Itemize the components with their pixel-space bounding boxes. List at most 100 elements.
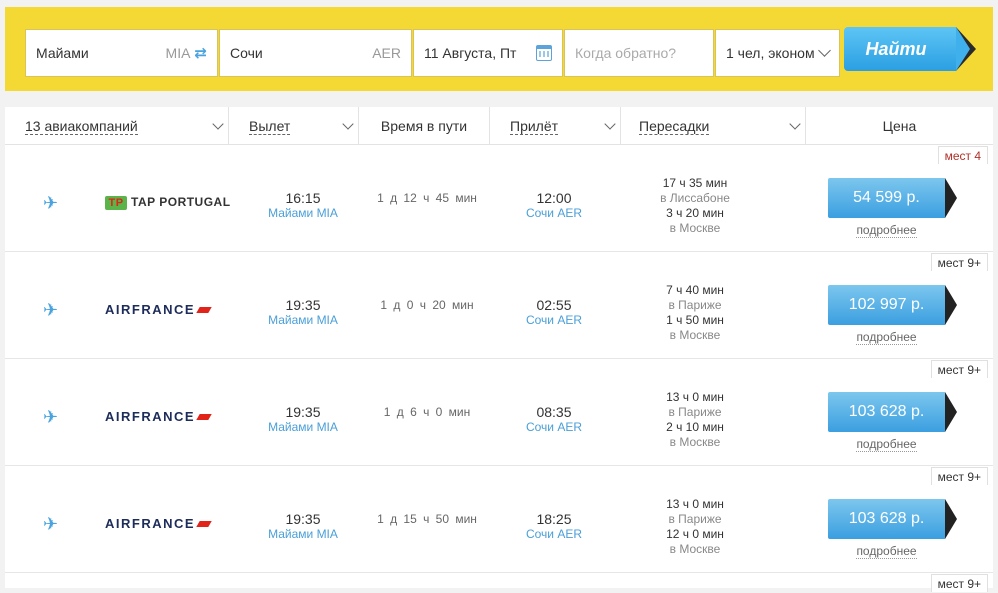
- flight-duration: 1 д 0 ч 20 мин: [380, 298, 474, 312]
- arrival-city: Сочи AER: [525, 420, 583, 434]
- stop-place: в Москве: [669, 221, 721, 235]
- flight-row[interactable]: мест 9+ ✈ AIRFRANCE 19:35 Майами MIA 1 д…: [5, 252, 993, 359]
- departure-city: Майами MIA: [268, 206, 338, 220]
- stops-info: 17 ч 35 мин в Лиссабоне 3 ч 20 мин в Мос…: [630, 176, 760, 236]
- filter-stops[interactable]: Пересадки: [621, 107, 806, 145]
- stops-info: 7 ч 40 мин в Париже 1 ч 50 мин в Москве: [630, 283, 760, 343]
- arrival-time: 18:25: [536, 511, 572, 527]
- stop-duration: 12 ч 0 мин: [666, 527, 724, 541]
- stop-place: в Москве: [669, 328, 721, 342]
- filter-price-label: Цена: [882, 118, 917, 134]
- arrival-info: 12:00 Сочи AER: [494, 190, 614, 220]
- arrival-city: Сочи AER: [525, 206, 583, 220]
- stop-place: в Париже: [668, 512, 722, 526]
- arrival-info: 02:55 Сочи AER: [494, 297, 614, 327]
- stop-duration: 2 ч 10 мин: [666, 420, 724, 434]
- details-link[interactable]: подробнее: [828, 330, 945, 345]
- chevron-down-icon: [818, 44, 831, 57]
- filter-departure[interactable]: Вылет: [229, 107, 359, 145]
- departure-city: Майами MIA: [268, 313, 338, 327]
- stop-place: в Париже: [668, 298, 722, 312]
- filter-duration-label: Время в пути: [380, 118, 468, 134]
- arrival-time: 08:35: [536, 404, 572, 420]
- stop-place: в Париже: [668, 405, 722, 419]
- arrival-time: 02:55: [536, 297, 572, 313]
- departure-info: 16:15 Майами MIA: [243, 190, 363, 220]
- return-date-placeholder: Когда обратно?: [575, 45, 677, 61]
- flight-row[interactable]: мест 9+ ✈ AIRFRANCE 19:35 Майами MIA 1 д…: [5, 359, 993, 466]
- price-button[interactable]: 102 997 р.: [828, 285, 957, 325]
- price-button[interactable]: 103 628 р.: [828, 392, 957, 432]
- airline-logo: AIRFRANCE: [105, 302, 210, 317]
- return-date-field[interactable]: Когда обратно?: [564, 29, 714, 77]
- departure-date-field[interactable]: 11 Августа, Пт: [413, 29, 563, 77]
- chevron-down-icon: [212, 117, 224, 130]
- stop-duration: 13 ч 0 мин: [666, 390, 724, 404]
- filter-arrival-label: Прилёт: [510, 117, 559, 135]
- flight-duration: 1 д 6 ч 0 мин: [383, 405, 471, 419]
- destination-code: AER: [372, 45, 401, 61]
- departure-info: 19:35 Майами MIA: [243, 511, 363, 541]
- stop-duration: 17 ч 35 мин: [662, 176, 728, 190]
- arrival-city: Сочи AER: [525, 527, 583, 541]
- chevron-down-icon: [789, 117, 801, 130]
- seats-badge: мест 9+: [930, 574, 988, 592]
- passengers-value: 1 чел, эконом: [726, 45, 815, 61]
- destination-field[interactable]: Сочи AER: [219, 29, 412, 77]
- plane-icon: ✈: [43, 193, 59, 213]
- seats-badge: мест 4: [937, 146, 988, 164]
- airline-logo: AIRFRANCE: [105, 409, 210, 424]
- departure-info: 19:35 Майами MIA: [243, 297, 363, 327]
- stop-place: в Москве: [669, 542, 721, 556]
- seats-badge: мест 9+: [930, 467, 988, 485]
- chevron-down-icon: [604, 117, 616, 130]
- departure-time: 16:15: [285, 190, 321, 206]
- flight-row[interactable]: мест 4 ✈ TP TAP PORTUGAL 16:15 Майами MIA…: [5, 145, 993, 252]
- filter-airlines[interactable]: 13 авиакомпаний: [5, 107, 229, 145]
- departure-time: 19:35: [285, 511, 321, 527]
- destination-city: Сочи: [230, 45, 263, 61]
- filter-price: Цена: [806, 107, 993, 145]
- stop-duration: 3 ч 20 мин: [666, 206, 724, 220]
- passengers-select[interactable]: 1 чел, эконом: [715, 29, 840, 77]
- price-button[interactable]: 54 599 р.: [828, 178, 957, 218]
- seats-badge: мест 9+: [930, 253, 988, 271]
- calendar-icon[interactable]: [536, 45, 552, 61]
- search-panel: Майами MIA ⇄ Сочи AER 11 Августа, Пт Ког…: [5, 7, 993, 91]
- stop-place: в Лиссабоне: [660, 191, 730, 205]
- arrival-info: 08:35 Сочи AER: [494, 404, 614, 434]
- flight-row[interactable]: мест 9+ ✈ AIRFRANCE 19:35 Майами MIA 1 д…: [5, 466, 993, 573]
- seats-badge: мест 9+: [930, 360, 988, 378]
- arrival-info: 18:25 Сочи AER: [494, 511, 614, 541]
- origin-field[interactable]: Майами MIA ⇄: [25, 29, 218, 77]
- details-link[interactable]: подробнее: [828, 437, 945, 452]
- stops-info: 13 ч 0 мин в Париже 2 ч 10 мин в Москве: [630, 390, 760, 450]
- filter-bar: 13 авиакомпаний Вылет Время в пути Прилё…: [5, 107, 993, 145]
- filter-duration: Время в пути: [359, 107, 490, 145]
- filter-departure-label: Вылет: [249, 117, 291, 135]
- departure-time: 19:35: [285, 297, 321, 313]
- filter-airlines-label: 13 авиакомпаний: [25, 117, 138, 135]
- departure-date: 11 Августа, Пт: [424, 45, 517, 61]
- stop-duration: 7 ч 40 мин: [666, 283, 724, 297]
- chevron-down-icon: [342, 117, 354, 130]
- arrival-city: Сочи AER: [525, 313, 583, 327]
- find-button[interactable]: Найти: [844, 27, 976, 71]
- stops-info: 13 ч 0 мин в Париже 12 ч 0 мин в Москве: [630, 497, 760, 557]
- details-link[interactable]: подробнее: [828, 223, 945, 238]
- swap-icon[interactable]: ⇄: [194, 44, 207, 62]
- results-panel: 13 авиакомпаний Вылет Время в пути Прилё…: [5, 107, 993, 592]
- origin-city: Майами: [36, 45, 89, 61]
- filter-arrival[interactable]: Прилёт: [490, 107, 621, 145]
- details-link[interactable]: подробнее: [828, 544, 945, 559]
- plane-icon: ✈: [43, 407, 59, 427]
- airline-logo: AIRFRANCE: [105, 516, 210, 531]
- arrival-time: 12:00: [536, 190, 572, 206]
- departure-city: Майами MIA: [268, 527, 338, 541]
- airline-logo: TP TAP PORTUGAL: [105, 195, 231, 210]
- price-button[interactable]: 103 628 р.: [828, 499, 957, 539]
- flight-duration: 1 д 12 ч 45 мин: [377, 191, 477, 205]
- departure-info: 19:35 Майами MIA: [243, 404, 363, 434]
- stop-place: в Москве: [669, 435, 721, 449]
- filter-stops-label: Пересадки: [639, 117, 710, 135]
